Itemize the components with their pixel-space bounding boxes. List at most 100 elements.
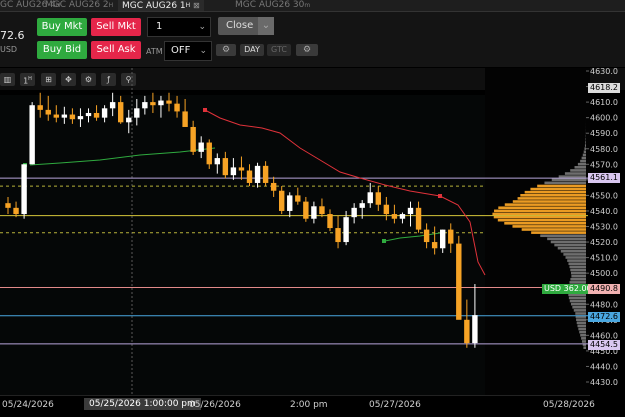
- volume-profile-bar: [577, 322, 586, 325]
- volume-profile-bar: [574, 309, 586, 312]
- candle-body: [21, 164, 26, 214]
- volume-profile-bar: [580, 160, 586, 163]
- volume-profile-bar: [520, 194, 586, 197]
- volume-profile-bar: [570, 269, 586, 272]
- volume-profile-bar: [570, 300, 586, 303]
- volume-profile-bar: [504, 222, 586, 225]
- position-pnl-badge: USD 362.00: [542, 284, 594, 294]
- volume-profile-bar: [578, 163, 586, 166]
- price-tag-upper: 4561.1: [588, 173, 620, 183]
- volume-profile-bar: [554, 244, 586, 247]
- volume-profile-bar: [581, 337, 586, 340]
- volume-profile-bar: [492, 213, 586, 216]
- candle-body: [295, 195, 300, 201]
- volume-profile-bar: [584, 147, 586, 150]
- price-tick-label: 4580.0: [590, 145, 618, 154]
- volume-profile-bar: [552, 178, 586, 181]
- volume-profile-bar: [512, 225, 586, 228]
- time-label: 2:00 pm: [290, 400, 328, 410]
- volume-profile-bar: [547, 238, 586, 241]
- volume-profile-bar: [561, 250, 586, 253]
- candle-body: [54, 115, 59, 118]
- volume-profile-bar: [531, 231, 586, 234]
- candle-body: [46, 110, 51, 115]
- price-chart[interactable]: 4630.04620.04610.04600.04590.04580.04570…: [0, 0, 625, 416]
- candle-body: [62, 115, 67, 118]
- candle-body: [174, 104, 179, 112]
- candle-body: [231, 167, 236, 175]
- candle-body: [287, 195, 292, 211]
- volume-profile-bar: [572, 306, 586, 309]
- candle-body: [110, 102, 115, 108]
- volume-profile-bar: [568, 262, 586, 265]
- price-tick-label: 4570.0: [590, 160, 618, 169]
- candle-body: [150, 102, 155, 105]
- candle-body: [255, 166, 260, 183]
- volume-profile-bar: [563, 253, 586, 256]
- candle-body: [215, 158, 220, 164]
- time-label: 05/26/2026: [189, 400, 241, 410]
- volume-profile-bar: [513, 200, 586, 203]
- candle-body: [311, 206, 316, 218]
- price-tag-target: 4490.8: [588, 284, 620, 294]
- candle-body: [303, 202, 308, 219]
- candle-body: [327, 214, 332, 228]
- candle-body: [448, 230, 453, 244]
- candle-body: [166, 101, 171, 104]
- signal-marker: [382, 239, 386, 243]
- volume-profile-bar: [505, 203, 586, 206]
- price-tick-label: 4440.0: [590, 362, 618, 371]
- volume-profile-bar: [525, 191, 586, 194]
- volume-profile-bar: [575, 312, 586, 315]
- candle-body: [408, 208, 413, 214]
- volume-profile-bar: [530, 188, 586, 191]
- candle-body: [472, 315, 477, 343]
- volume-profile-bar: [498, 206, 586, 209]
- candle-body: [247, 171, 252, 183]
- volume-profile-bar: [558, 247, 586, 250]
- volume-profile-bar: [583, 346, 586, 349]
- candle-body: [279, 191, 284, 211]
- candle-body: [432, 242, 437, 248]
- volume-profile-bar: [569, 297, 586, 300]
- candle-body: [335, 228, 340, 242]
- candle-body: [38, 105, 43, 110]
- price-tick-label: 4590.0: [590, 129, 618, 138]
- chart-background: [0, 95, 485, 395]
- candle-body: [190, 127, 195, 152]
- candle-body: [263, 166, 268, 183]
- price-tick-label: 4630.0: [590, 67, 618, 76]
- volume-profile-bar: [567, 259, 586, 262]
- candle-body: [239, 167, 244, 170]
- candle-body: [102, 108, 107, 117]
- price-tick-label: 4430.0: [590, 378, 618, 387]
- price-tick-label: 4610.0: [590, 98, 618, 107]
- volume-profile-bar: [537, 185, 586, 188]
- volume-profile-bar: [582, 340, 586, 343]
- candle-body: [424, 230, 429, 242]
- candle-body: [416, 208, 421, 230]
- volume-profile-bar: [571, 272, 586, 275]
- crosshair-time-label: 05/25/2026 1:00:00 pm: [84, 398, 201, 410]
- volume-profile-bar: [576, 318, 586, 321]
- candle-body: [158, 101, 163, 106]
- candle-body: [142, 102, 147, 108]
- candle-body: [384, 205, 389, 214]
- price-tick-label: 4500.0: [590, 269, 618, 278]
- signal-marker: [203, 108, 207, 112]
- volume-profile-bar: [584, 150, 586, 153]
- time-axis: 05/24/2026 05/25/2026 1:00:00 pm 05/26/2…: [0, 395, 590, 417]
- candle-body: [94, 113, 99, 118]
- candle-body: [78, 116, 83, 119]
- price-tick-label: 4540.0: [590, 207, 618, 216]
- volume-profile-bar: [559, 175, 586, 178]
- volume-profile-bar: [518, 197, 586, 200]
- candle-body: [199, 143, 204, 152]
- candle-body: [271, 183, 276, 191]
- volume-profile-bar: [494, 210, 586, 213]
- candle-body: [223, 158, 228, 175]
- price-tick-label: 4480.0: [590, 300, 618, 309]
- signal-marker: [438, 194, 442, 198]
- price-tag-low: 4454.5: [588, 340, 620, 350]
- volume-profile-bar: [551, 241, 586, 244]
